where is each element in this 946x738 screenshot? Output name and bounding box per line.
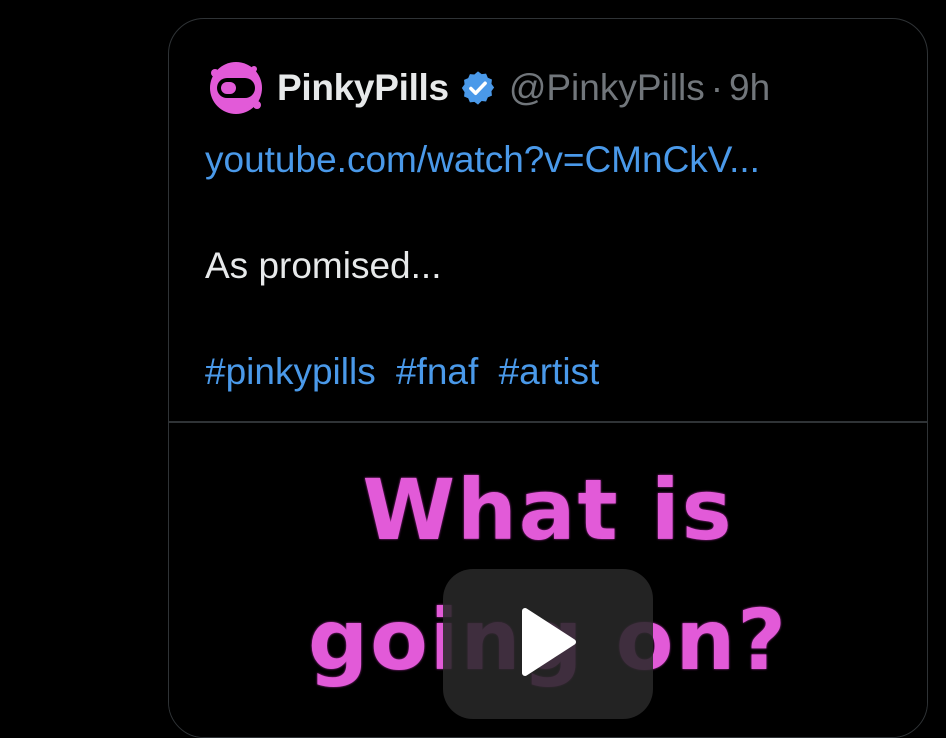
tweet-header: PinkyPills @PinkyPills · 9h [207, 59, 770, 117]
thumbnail-text-line1: What is [362, 461, 734, 559]
video-thumbnail[interactable]: What is going on? [169, 423, 927, 737]
hashtag-fnaf[interactable]: #fnaf [396, 351, 478, 392]
hashtag-pinkypills[interactable]: #pinkypills [205, 351, 376, 392]
youtube-link[interactable]: youtube.com/watch?v=CMnCkV... [205, 139, 760, 181]
pill-logo-icon[interactable] [207, 59, 265, 117]
handle[interactable]: @PinkyPills [509, 67, 705, 109]
play-icon [522, 608, 576, 676]
display-name[interactable]: PinkyPills [277, 67, 449, 109]
separator-dot: · [710, 67, 724, 108]
quoted-tweet-card[interactable]: PinkyPills @PinkyPills · 9h youtube.com/… [168, 18, 928, 738]
timestamp[interactable]: 9h [729, 67, 770, 109]
verified-badge-icon [461, 71, 494, 105]
play-button[interactable] [443, 569, 653, 719]
tweet-text: As promised... [205, 245, 442, 286]
hashtag-list: #pinkypills #fnaf #artist [205, 351, 609, 393]
hashtag-artist[interactable]: #artist [499, 351, 600, 392]
